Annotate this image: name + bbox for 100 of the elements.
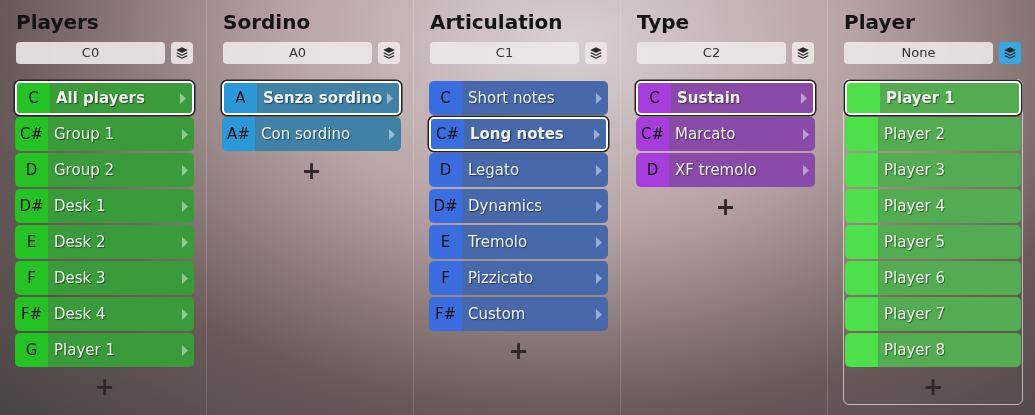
item-label: Pizzicato [468, 267, 535, 289]
key-label: D [24, 159, 39, 181]
chevron-right-icon [596, 164, 602, 176]
item-label: Sustain [677, 87, 742, 109]
add-button[interactable]: + [508, 339, 529, 363]
key-label: D [438, 159, 453, 181]
key-label: C [648, 87, 661, 109]
item-label: Desk 1 [54, 195, 107, 217]
column-title: Sordino [222, 9, 312, 36]
layers-icon [796, 46, 810, 60]
chevron-right-icon [182, 308, 188, 320]
list-item[interactable]: D XF tremolo [636, 153, 815, 187]
chevron-right-icon [596, 236, 602, 248]
layers-button[interactable] [585, 42, 607, 64]
chevron-right-icon [182, 164, 188, 176]
item-label: Desk 4 [54, 303, 107, 325]
chevron-right-icon [180, 92, 186, 104]
item-label: Long notes [470, 123, 565, 145]
item-label: Player 3 [884, 159, 946, 181]
key-label: F [26, 267, 37, 289]
key-label: E [439, 231, 452, 253]
list-item[interactable]: C# Long notes [429, 117, 608, 151]
chevron-right-icon [389, 128, 395, 140]
list-item[interactable]: E Tremolo [429, 225, 608, 259]
list-item[interactable]: F Desk 3 [15, 261, 194, 295]
item-label: XF tremolo [675, 159, 758, 181]
value-field[interactable]: C1 [430, 42, 579, 64]
chevron-right-icon [596, 92, 602, 104]
layers-button[interactable] [378, 42, 400, 64]
item-label: Desk 2 [54, 231, 107, 253]
list-item[interactable]: C All players [15, 81, 194, 115]
layers-icon [382, 46, 396, 60]
chevron-right-icon [803, 128, 809, 140]
value-field[interactable]: C2 [637, 42, 786, 64]
chevron-right-icon [801, 92, 807, 104]
chevron-right-icon [182, 200, 188, 212]
value-field[interactable]: None [844, 42, 993, 64]
layers-icon [1003, 46, 1017, 60]
item-label: Player 5 [884, 231, 946, 253]
list-item[interactable]: E Desk 2 [15, 225, 194, 259]
item-label: Con sordino [261, 123, 352, 145]
layers-icon [589, 46, 603, 60]
value-field[interactable]: C0 [16, 42, 165, 64]
key-label: D# [432, 195, 459, 217]
key-label: D [645, 159, 660, 181]
item-label: Legato [468, 159, 521, 181]
key-label: F# [433, 303, 458, 325]
list-item[interactable]: A Senza sordino [222, 81, 401, 115]
chevron-right-icon [594, 128, 600, 140]
list-item[interactable]: D Group 2 [15, 153, 194, 187]
chevron-right-icon [182, 236, 188, 248]
list-item[interactable]: D Legato [429, 153, 608, 187]
item-label: Player 2 [884, 123, 946, 145]
value-field[interactable]: A0 [223, 42, 372, 64]
chevron-right-icon [803, 164, 809, 176]
list-item[interactable]: D# Desk 1 [15, 189, 194, 223]
chevron-right-icon [182, 272, 188, 284]
chevron-right-icon [182, 344, 188, 356]
add-button[interactable]: + [715, 195, 736, 219]
key-label: C# [639, 123, 665, 145]
list-item[interactable]: C# Marcato [636, 117, 815, 151]
key-label: C [439, 87, 452, 109]
layers-button[interactable] [792, 42, 814, 64]
list-item[interactable]: C# Group 1 [15, 117, 194, 151]
item-label: Marcato [675, 123, 737, 145]
list-item[interactable]: F Pizzicato [429, 261, 608, 295]
item-label: Short notes [468, 87, 556, 109]
add-button[interactable]: + [301, 159, 322, 183]
item-label: Player 1 [886, 87, 956, 109]
list-item[interactable]: F# Custom [429, 297, 608, 331]
list-item[interactable]: G Player 1 [15, 333, 194, 367]
list-item[interactable]: C Sustain [636, 81, 815, 115]
item-label: Player 6 [884, 267, 946, 289]
list-item[interactable]: F# Desk 4 [15, 297, 194, 331]
item-label: Group 2 [54, 159, 115, 181]
item-label: Player 1 [54, 339, 116, 361]
list-item[interactable]: D# Dynamics [429, 189, 608, 223]
key-label: F [440, 267, 451, 289]
item-label: Player 4 [884, 195, 946, 217]
key-label: A# [226, 123, 251, 145]
key-label: C [27, 87, 40, 109]
item-label: Senza sordino [263, 87, 384, 109]
key-label: D# [18, 195, 45, 217]
layers-button[interactable] [171, 42, 193, 64]
key-label: G [24, 339, 39, 361]
item-label: Group 1 [54, 123, 115, 145]
chevron-right-icon [387, 92, 393, 104]
key-label: F# [19, 303, 44, 325]
item-label: Dynamics [468, 195, 543, 217]
item-label: Player 7 [884, 303, 946, 325]
item-label: Desk 3 [54, 267, 107, 289]
key-label: C# [18, 123, 44, 145]
chevron-right-icon [182, 128, 188, 140]
chevron-right-icon [596, 272, 602, 284]
layers-button[interactable] [999, 42, 1021, 64]
list-item[interactable]: C Short notes [429, 81, 608, 115]
chevron-right-icon [596, 308, 602, 320]
list-item[interactable]: A# Con sordino [222, 117, 401, 151]
column-title: Articulation [429, 9, 564, 36]
item-label: Custom [468, 303, 527, 325]
